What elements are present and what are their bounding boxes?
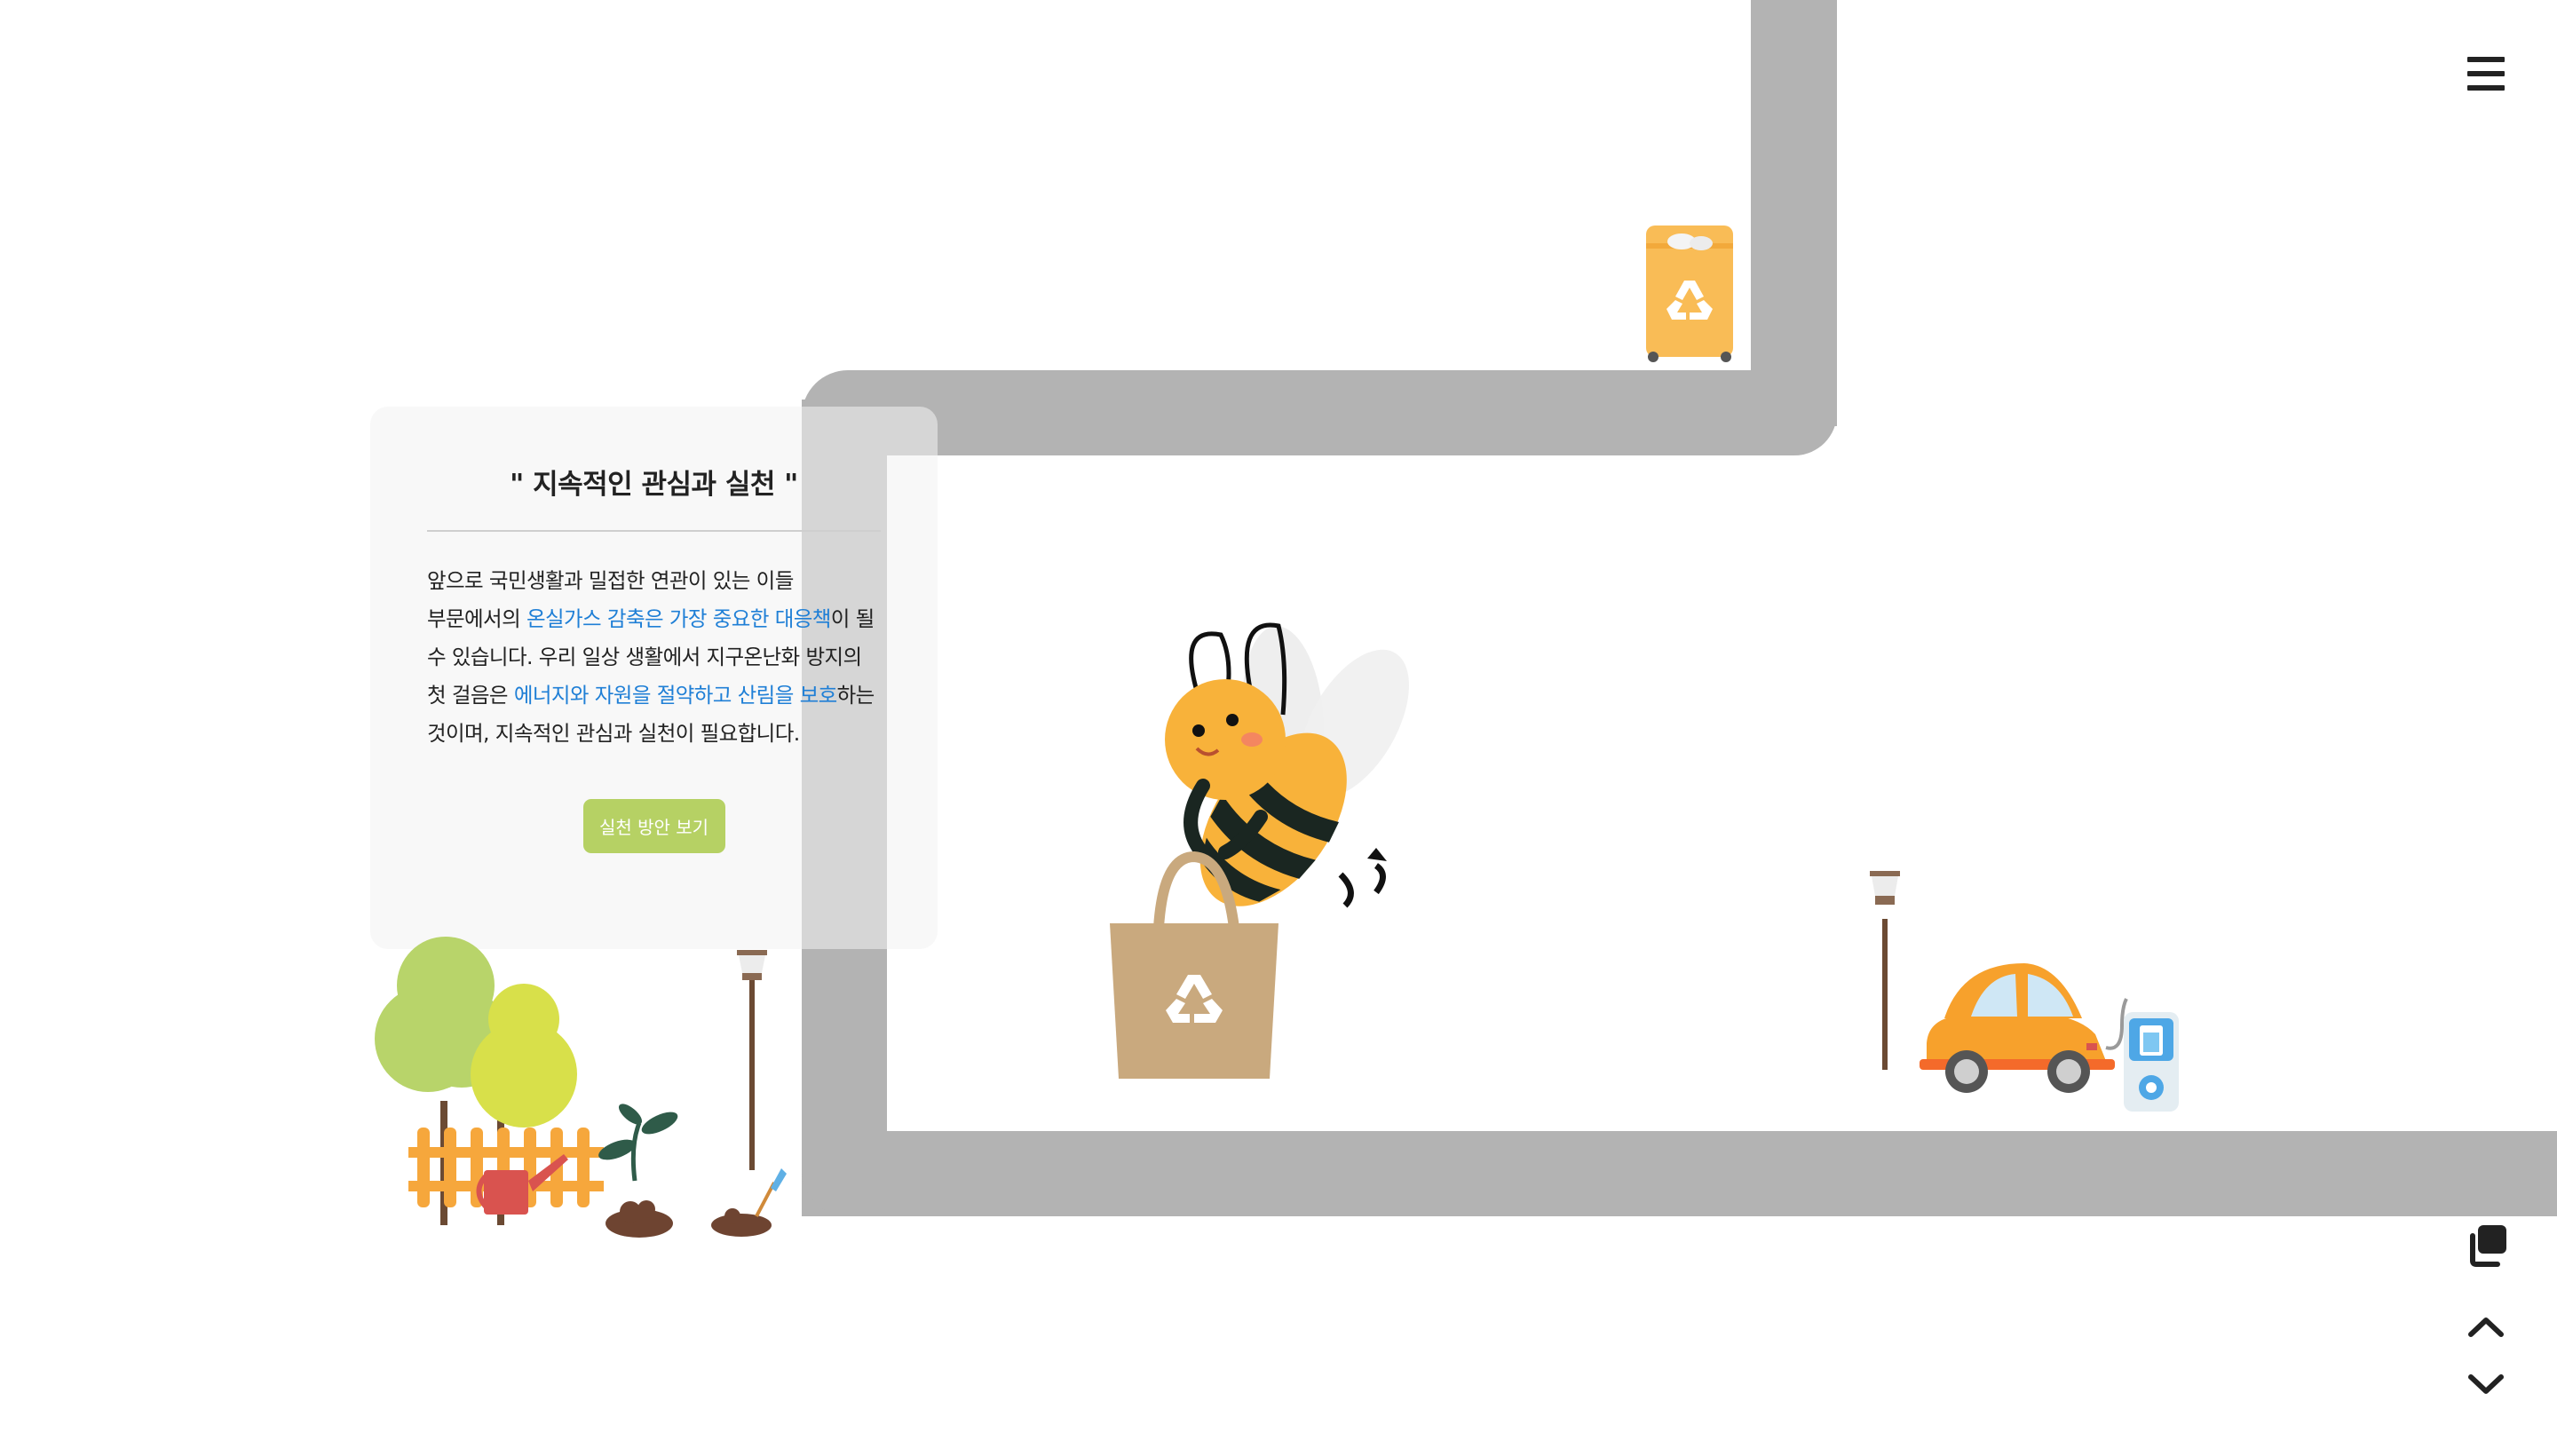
ev-charger-icon <box>2124 1012 2179 1112</box>
road-horizontal-lower <box>802 1131 2557 1216</box>
copy-icon <box>2470 1225 2506 1267</box>
view-practice-button[interactable]: 실천 방안 보기 <box>582 799 725 853</box>
recycling-bin-icon <box>1646 226 1733 362</box>
chevron-up-icon <box>2468 1317 2504 1337</box>
garden-illustration <box>375 937 787 1238</box>
copy-button[interactable] <box>2461 1222 2511 1271</box>
card-highlight-1: 온실가스 감축은 가장 중요한 대응책 <box>526 606 831 631</box>
lamp-post-right <box>1882 919 1888 1070</box>
car-charging-illustration <box>1870 871 2179 1112</box>
info-card: " 지속적인 관심과 실천 " 앞으로 국민생활과 밀접한 연관이 있는 이들 … <box>370 407 938 949</box>
card-body-text: 앞으로 국민생활과 밀접한 연관이 있는 이들 부문에서의 온실가스 감축은 가… <box>427 562 881 753</box>
road-horizontal-upper <box>802 370 1837 455</box>
scroll-down-button[interactable] <box>2466 1371 2506 1401</box>
bee-with-bag-illustration <box>1110 622 1409 1079</box>
car-icon <box>1920 963 2115 1093</box>
hamburger-menu-icon <box>2467 56 2505 91</box>
card-highlight-2: 에너지와 자원을 절약하고 산림을 보호 <box>513 683 837 708</box>
road-vertical-top <box>1751 0 1837 426</box>
card-divider <box>427 530 881 532</box>
road-upper-inner-white <box>0 0 1751 370</box>
lamp-post-left <box>749 977 755 1170</box>
scroll-up-button[interactable] <box>2466 1312 2506 1342</box>
menu-button[interactable] <box>2464 53 2508 96</box>
chevron-down-icon <box>2468 1373 2504 1394</box>
card-title: " 지속적인 관심과 실천 " <box>510 469 798 501</box>
